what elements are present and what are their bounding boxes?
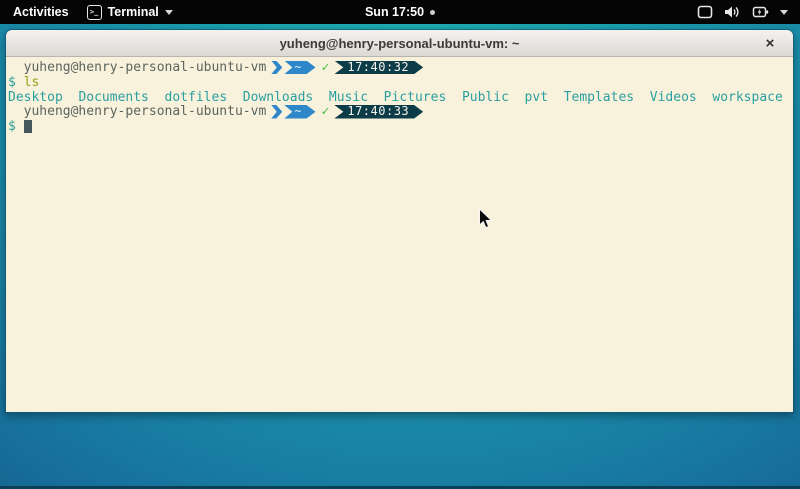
notification-dot-icon (430, 10, 435, 15)
prompt-path-segment: ~ (284, 105, 315, 119)
directory-name: Videos (650, 90, 697, 105)
powerline-chevron-icon (271, 61, 282, 75)
prompt-path-segment: ~ (284, 61, 315, 75)
check-icon: ✓ (322, 104, 330, 119)
clock-button[interactable]: Sun 17:50 (365, 5, 424, 19)
directory-name: Templates (564, 90, 634, 105)
window-titlebar[interactable]: yuheng@henry-personal-ubuntu-vm: ~ × (6, 30, 793, 57)
powerline-chevron-icon (271, 105, 282, 119)
chevron-down-icon (165, 10, 173, 15)
display-icon (697, 5, 713, 19)
terminal-window: yuheng@henry-personal-ubuntu-vm: ~ × yuh… (5, 29, 794, 413)
directory-name: pvt (525, 90, 548, 105)
terminal-content[interactable]: yuheng@henry-personal-ubuntu-vm ~ ✓ 17:4… (6, 57, 793, 413)
prompt-user: yuheng@henry-personal-ubuntu-vm (8, 104, 266, 119)
check-icon: ✓ (322, 60, 330, 75)
directory-name: dotfiles (165, 90, 228, 105)
directory-name: Public (462, 90, 509, 105)
directory-name: Documents (78, 90, 148, 105)
directory-name: Downloads (243, 90, 313, 105)
input-line: $ (8, 119, 791, 134)
system-status-area[interactable] (697, 5, 800, 19)
ls-output-line: Desktop Documents dotfiles Downloads Mus… (8, 90, 791, 105)
prompt-line: yuheng@henry-personal-ubuntu-vm ~ ✓ 17:4… (8, 104, 791, 119)
directory-name: Music (329, 90, 368, 105)
battery-charging-icon (752, 5, 769, 19)
prompt-user: yuheng@henry-personal-ubuntu-vm (8, 60, 266, 75)
top-bar: Activities >_ Terminal Sun 17:50 (0, 0, 800, 24)
command-line: $ ls (8, 75, 791, 90)
volume-icon (724, 5, 741, 19)
prompt-time-segment: 17:40:33 (334, 105, 423, 119)
activities-button[interactable]: Activities (9, 3, 73, 21)
app-menu[interactable]: >_ Terminal (87, 5, 173, 20)
directory-name: Pictures (384, 90, 447, 105)
directory-name: Desktop (8, 90, 63, 105)
chevron-down-icon (780, 10, 788, 15)
prompt-time-segment: 17:40:32 (334, 61, 423, 75)
window-title: yuheng@henry-personal-ubuntu-vm: ~ (280, 36, 520, 51)
close-button[interactable]: × (759, 30, 781, 57)
app-menu-label: Terminal (108, 5, 159, 19)
top-bar-left: Activities >_ Terminal (0, 3, 173, 21)
command-text: ls (24, 75, 40, 90)
terminal-app-icon: >_ (87, 5, 102, 20)
prompt-dollar: $ (8, 75, 16, 90)
text-cursor-block (24, 120, 32, 133)
prompt-dollar: $ (8, 119, 16, 134)
prompt-line: yuheng@henry-personal-ubuntu-vm ~ ✓ 17:4… (8, 60, 791, 75)
directory-name: workspace (712, 90, 782, 105)
